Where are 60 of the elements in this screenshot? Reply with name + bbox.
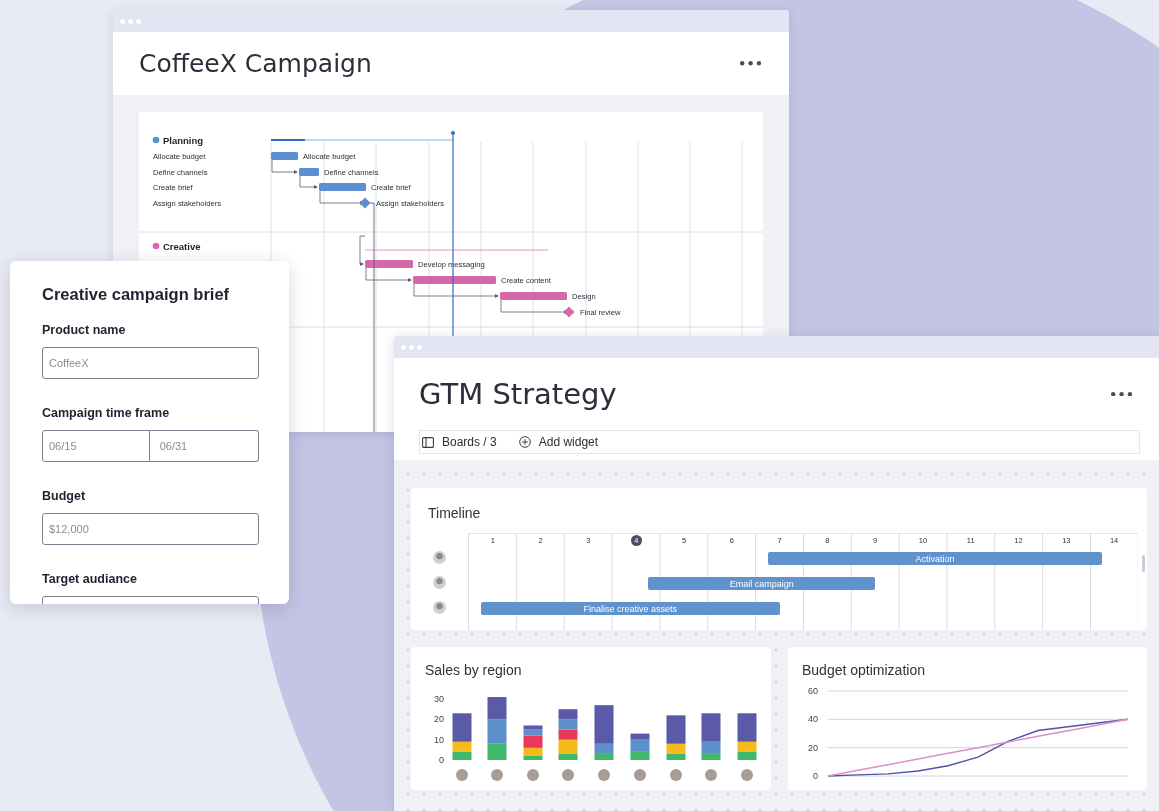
milestone-diamond [359, 197, 371, 209]
widget-title: Budget optimization [801, 661, 926, 679]
toolbar-button[interactable]: Add widget [518, 435, 599, 449]
bar-segment [487, 697, 507, 720]
date-field[interactable]: 06/31 [149, 430, 259, 462]
avatar [527, 769, 539, 781]
milestone-diamond [563, 306, 575, 318]
window-dots-icon [401, 344, 422, 350]
task-bar [500, 292, 567, 300]
add-circle-icon [518, 436, 531, 448]
widget-title: Timeline [427, 504, 482, 522]
more-options-icon[interactable] [739, 61, 761, 66]
axis-label: 40 [808, 714, 818, 725]
bar-segment [558, 709, 578, 720]
avatar [598, 769, 610, 781]
field-label: Budget [42, 488, 87, 504]
avatar [741, 769, 753, 781]
axis-label: 0 [813, 771, 818, 781]
window-title: CoffeeX Campaign [139, 49, 372, 78]
avatar [433, 551, 446, 564]
avatar [562, 769, 574, 781]
bar-segment [558, 719, 578, 730]
task-bar [319, 183, 366, 191]
date-field[interactable]: 06/15 [42, 430, 150, 462]
axis-label: 20 [434, 714, 444, 725]
avatar [433, 576, 446, 589]
group-label: Planning [163, 134, 204, 146]
avatar [670, 769, 682, 781]
task-bar [299, 168, 319, 176]
field-label: Target audiance [42, 571, 138, 587]
axis-label: 0 [439, 755, 444, 765]
input-field[interactable]: CoffeeX [42, 347, 259, 379]
bar-segment [558, 729, 578, 740]
form-title: Creative campaign brief [42, 284, 231, 305]
field-label: Campaign time frame [42, 405, 171, 421]
axis-label: 20 [808, 742, 818, 753]
toolbar-button[interactable]: Boards / 3 [422, 435, 497, 449]
avatar [456, 769, 468, 781]
avatar [491, 769, 503, 781]
window-title: GTM Strategy [419, 377, 617, 411]
scrollbar[interactable] [1142, 555, 1145, 572]
task-bar [365, 260, 413, 268]
bar-segment [737, 751, 757, 760]
axis-label: 30 [434, 694, 444, 705]
axis-label: 10 [434, 734, 444, 745]
avatar [705, 769, 717, 781]
group-label: Creative [163, 240, 201, 252]
widget-title: Sales by region [424, 661, 523, 679]
field-label: Product name [42, 322, 127, 338]
timeline-bar: Finalise creative assets [480, 602, 780, 615]
axis-label: 60 [808, 686, 818, 696]
timeline-bar: Activation [767, 552, 1103, 565]
input-field[interactable]: $12,000 [42, 513, 259, 545]
window-dots-icon [120, 18, 141, 24]
avatar [634, 769, 646, 781]
avatar [433, 601, 446, 614]
timeline-bar: Email campaign [648, 577, 876, 590]
sidebar-panel-icon [422, 436, 434, 448]
more-options-icon[interactable] [1110, 391, 1132, 397]
task-bar [271, 152, 298, 160]
